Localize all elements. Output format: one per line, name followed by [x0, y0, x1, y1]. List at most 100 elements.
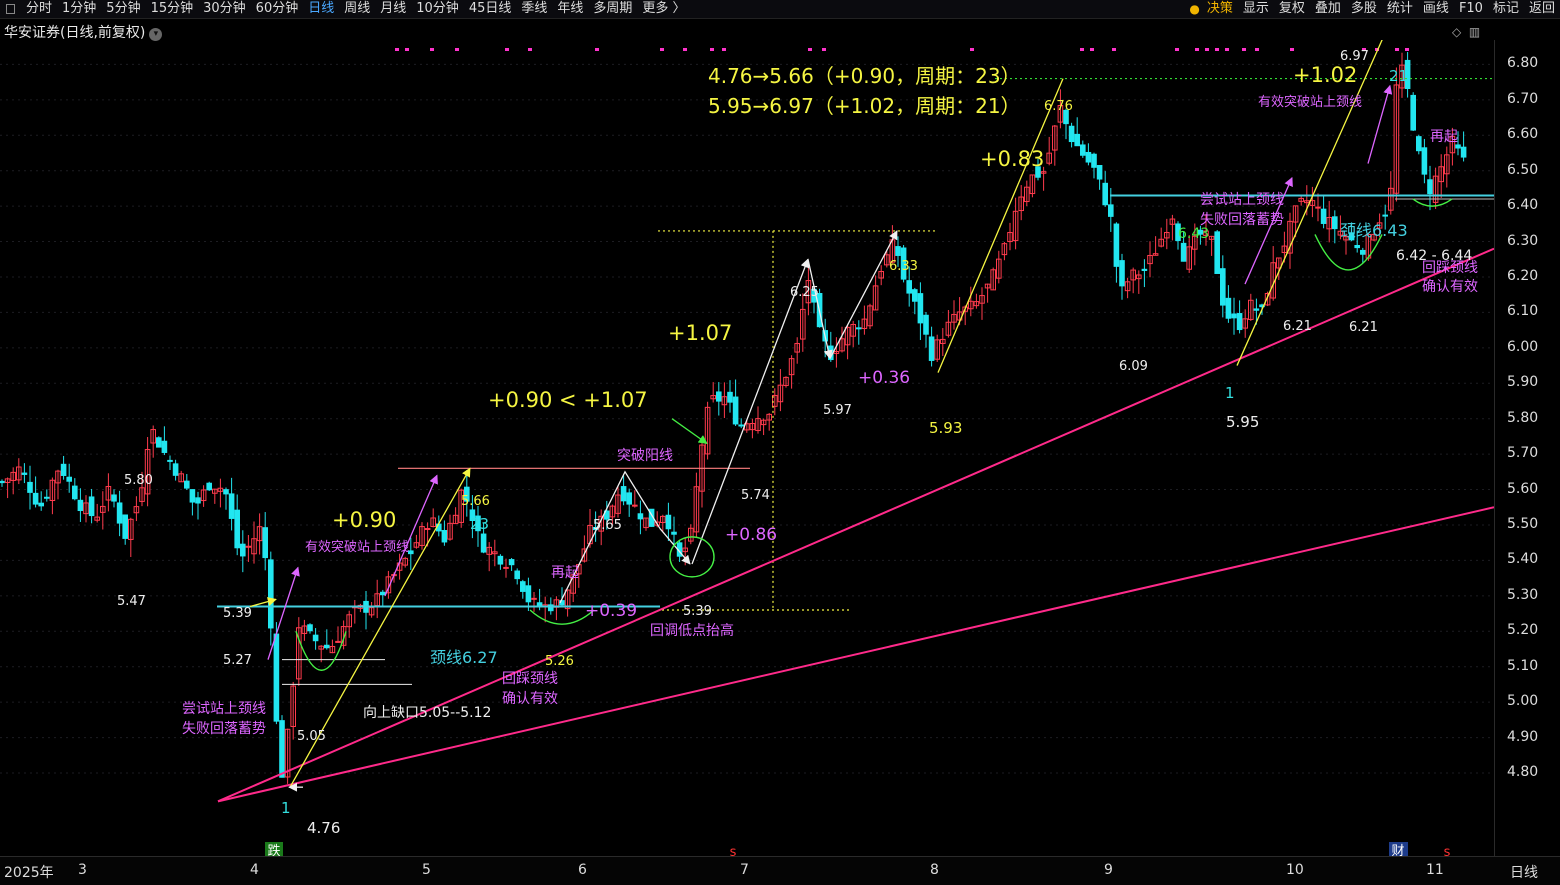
- menu-6[interactable]: 画线: [1418, 0, 1454, 18]
- candle-body: [72, 485, 78, 500]
- period-tab-12[interactable]: 年线: [552, 0, 588, 18]
- candle-body: [1068, 125, 1075, 143]
- period-tab-7[interactable]: 周线: [339, 0, 375, 18]
- price-tick: 6.30: [1507, 232, 1539, 249]
- zigzag-e: [829, 230, 898, 359]
- price-label: 5.26: [545, 654, 574, 669]
- signal-dot: [595, 48, 599, 51]
- period-tab-10[interactable]: 45日线: [464, 0, 517, 18]
- candle-body: [380, 591, 386, 596]
- candle-body: [923, 314, 929, 335]
- period-tab-4[interactable]: 30分钟: [198, 0, 251, 18]
- candle-body: [66, 476, 73, 482]
- period-tab-14[interactable]: 更多 〉: [637, 0, 690, 18]
- menu-5[interactable]: 统计: [1382, 0, 1418, 18]
- candle-body: [1360, 249, 1366, 255]
- period-tab-3[interactable]: 15分钟: [146, 0, 199, 18]
- candle-body: [1421, 147, 1428, 175]
- period-tab-8[interactable]: 月线: [375, 0, 411, 18]
- candle-body: [536, 602, 543, 607]
- gap-label: 向上缺口5.05--5.12: [363, 705, 491, 721]
- signal-dot: [1090, 48, 1094, 51]
- candle-body: [156, 437, 162, 448]
- stock-title-text: 华安证券(日线,前复权): [4, 25, 146, 41]
- candle-body: [424, 528, 431, 531]
- candle-body: [906, 280, 913, 294]
- candle-body: [727, 391, 733, 403]
- candle-body: [228, 493, 235, 519]
- price-label: 6.21: [1349, 320, 1378, 335]
- signal-dot: [710, 48, 714, 51]
- gain-107: +1.07: [668, 321, 732, 345]
- headline-2: 5.95→6.97（+1.02，周期：21）: [708, 94, 1021, 118]
- candle-body: [32, 492, 39, 505]
- signal-dot: [1195, 48, 1199, 51]
- window-icon[interactable]: [6, 4, 15, 14]
- menu-3[interactable]: 叠加: [1310, 0, 1346, 18]
- candle-body: [307, 624, 313, 632]
- candle-body: [503, 566, 509, 569]
- try-label-1a: 尝试站上颈线: [182, 701, 266, 717]
- period-tab-2[interactable]: 5分钟: [101, 0, 145, 18]
- candle-body: [262, 527, 268, 559]
- compare-text: +0.90 < +1.07: [488, 388, 648, 412]
- candle-body: [1141, 268, 1148, 271]
- menu-2[interactable]: 复权: [1274, 0, 1310, 18]
- period-toolbar: 分时 1分钟 5分钟 15分钟 30分钟 60分钟 日线 周线 月线 10分钟 45日线 季线 年线 多周…: [0, 0, 1560, 19]
- menu-0[interactable]: 决策: [1202, 0, 1238, 18]
- price-label: 5.05: [297, 729, 326, 744]
- signal-dot: [683, 48, 687, 51]
- date-tick: 3: [78, 862, 87, 878]
- lightbulb-icon: ●: [1189, 2, 1200, 16]
- date-tick: 10: [1286, 862, 1304, 878]
- candlestick-chart[interactable]: 5.80 5.47 5.39 5.27 4.76 5.05 5.66 5.65 5.26 5.39…: [0, 40, 1494, 856]
- neck-label-2-left: 6.43: [1178, 226, 1209, 242]
- period-tab-0[interactable]: 分时: [21, 0, 57, 18]
- period-tab-1[interactable]: 1分钟: [57, 0, 101, 18]
- candle-body: [312, 634, 319, 642]
- period-label: 日线: [1510, 865, 1538, 881]
- period-tab-5[interactable]: 60分钟: [251, 0, 304, 18]
- candle-body: [172, 463, 179, 476]
- panel-icon[interactable]: ▥: [1469, 25, 1480, 39]
- price-tick: 6.80: [1507, 55, 1539, 72]
- signal-dot: [455, 48, 459, 51]
- candle-body: [665, 514, 672, 530]
- menu-9[interactable]: 返回: [1524, 0, 1560, 18]
- arrow-eff2: [1367, 84, 1393, 164]
- candle-body: [895, 246, 901, 256]
- period-tab-6[interactable]: 日线: [303, 0, 339, 18]
- candle-body: [1108, 204, 1114, 217]
- period-tab-9[interactable]: 10分钟: [411, 0, 464, 18]
- signal-dot: [1395, 48, 1399, 51]
- signal-dot: [1255, 48, 1259, 51]
- date-tick: 11: [1426, 862, 1444, 878]
- menu-7[interactable]: F10: [1454, 0, 1488, 18]
- price-label: 5.65: [593, 518, 622, 533]
- signal-dot: [430, 48, 434, 51]
- period-tab-11[interactable]: 季线: [516, 0, 552, 18]
- candle-body: [1332, 216, 1338, 230]
- candle-body: [279, 720, 285, 778]
- candle-body: [1220, 268, 1226, 306]
- reup-label-1: 再起: [551, 565, 579, 581]
- date-tick: 2025年: [4, 865, 54, 881]
- gain-090: +0.90: [332, 508, 396, 532]
- candle-body: [184, 480, 190, 489]
- signal-dot: [1175, 48, 1179, 51]
- candle-body: [1113, 223, 1120, 267]
- price-tick: 4.80: [1507, 764, 1539, 780]
- price-label: 6.33: [889, 259, 918, 274]
- period-tab-13[interactable]: 多周期: [588, 0, 637, 18]
- menu-8[interactable]: 标记: [1488, 0, 1524, 18]
- candle-body: [738, 424, 745, 427]
- candle-body: [497, 555, 504, 565]
- menu-4[interactable]: 多股: [1346, 0, 1382, 18]
- menu-1[interactable]: 显示: [1238, 0, 1274, 18]
- candle-body: [917, 293, 924, 324]
- count-21: 21: [1389, 67, 1408, 85]
- diamond-icon[interactable]: ◇: [1452, 25, 1461, 39]
- candle-body: [1416, 136, 1422, 152]
- candle-body: [671, 531, 677, 535]
- candle-body: [1085, 151, 1092, 163]
